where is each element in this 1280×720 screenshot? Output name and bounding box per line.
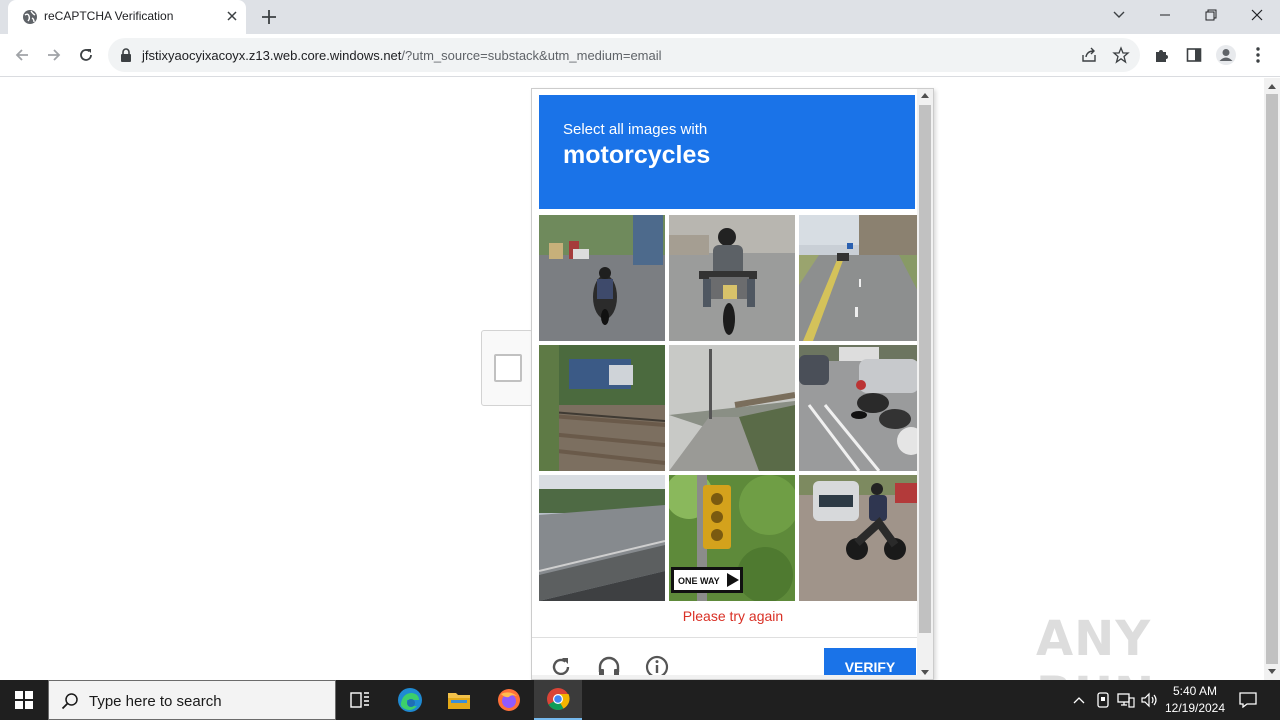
scrollbar-thumb[interactable] [919,105,931,633]
minimize-button[interactable] [1142,0,1188,30]
start-button[interactable] [0,680,48,720]
image-tile[interactable] [799,215,925,341]
menu-button[interactable] [1247,44,1269,66]
taskbar-edge[interactable] [386,680,434,720]
challenge-target: motorcycles [563,141,711,169]
chevron-down-icon [1113,11,1125,18]
avatar-icon [1216,45,1236,65]
taskbar-chrome[interactable] [534,680,582,720]
notifications-button[interactable] [1236,680,1260,720]
anyrun-watermark: ANY RUN [1036,611,1154,680]
scroll-down-icon[interactable] [921,670,929,675]
tray-volume[interactable] [1140,680,1160,720]
one-way-sign-text: ONE WAY [678,576,720,586]
arrow-right-icon [48,49,61,61]
side-panel-button[interactable] [1183,44,1205,66]
close-icon [1251,9,1263,21]
close-window-button[interactable] [1234,0,1280,30]
clock[interactable]: 5:40 AM 12/19/2024 [1160,683,1230,717]
page-content: Select all images with motorcycles ONE W… [0,78,1264,680]
profile-button[interactable] [1215,44,1237,66]
image-tile[interactable] [539,345,665,471]
recaptcha-anchor [481,330,533,406]
error-message: Please try again [682,608,784,624]
page-scrollbar[interactable] [1264,78,1280,680]
chevron-up-icon [1073,697,1085,704]
forward-button[interactable] [42,43,66,67]
recaptcha-checkbox[interactable] [494,354,522,382]
scrollbar-thumb[interactable] [1266,94,1278,664]
challenge-instruction: Select all images with [563,121,708,138]
network-icon [1117,693,1135,708]
edge-icon [398,688,422,712]
taskbar-firefox[interactable] [485,680,533,720]
task-view-button[interactable] [336,680,384,720]
image-tile[interactable] [799,475,925,601]
arrow-left-icon [15,49,28,61]
device-icon [1097,692,1109,708]
address-bar[interactable]: jfstixyaocyixacoyx.z13.web.core.windows.… [108,38,1140,72]
folder-icon [448,693,470,709]
windows-logo-icon [15,691,33,709]
image-tile[interactable] [669,345,795,471]
share-icon[interactable] [1080,46,1098,64]
url-host: jfstixyaocyixacoyx.z13.web.core.windows.… [142,48,402,63]
tab-title: reCAPTCHA Verification [44,9,174,23]
reload-button[interactable] [74,43,98,67]
image-tile[interactable] [539,215,665,341]
browser-toolbar: jfstixyaocyixacoyx.z13.web.core.windows.… [0,34,1280,77]
image-tile[interactable]: ONE WAY [669,475,795,601]
image-tile[interactable] [669,215,795,341]
tray-network[interactable] [1116,680,1136,720]
back-button[interactable] [10,43,34,67]
search-icon [61,693,78,710]
taskbar-file-explorer[interactable] [435,680,483,720]
recaptcha-challenge-frame: Select all images with motorcycles ONE W… [531,88,934,680]
challenge-scrollbar[interactable] [917,89,933,679]
extensions-button[interactable] [1151,44,1173,66]
scroll-up-icon[interactable] [1268,84,1276,89]
task-view-icon [350,692,369,708]
url-path: /?utm_source=substack&utm_medium=email [401,48,662,63]
challenge-header: Select all images with motorcycles [539,95,915,209]
search-placeholder: Type here to search [89,693,222,710]
restore-button[interactable] [1188,0,1234,30]
tab-strip: reCAPTCHA Verification [0,0,1280,34]
reload-icon [80,49,92,61]
lock-icon[interactable] [120,48,132,62]
new-tab-icon[interactable] [258,6,280,28]
chrome-icon [547,688,570,710]
show-hidden-icons[interactable] [1070,680,1088,720]
image-tile[interactable] [539,475,665,601]
globe-icon [23,10,37,24]
tab-search-button[interactable] [1096,0,1142,30]
puzzle-icon [1156,50,1168,62]
clock-date: 12/19/2024 [1164,701,1226,715]
firefox-icon [498,689,520,711]
kebab-menu-icon [1256,47,1260,63]
image-tile[interactable] [799,345,925,471]
taskbar: Type here to search 5:40 AM 12/19/2024 [0,680,1280,720]
url-text: jfstixyaocyixacoyx.z13.web.core.windows.… [142,48,662,63]
scroll-up-icon[interactable] [921,93,929,98]
bookmark-star-icon[interactable] [1112,46,1130,64]
tab-close-icon[interactable] [224,8,240,24]
tray-app[interactable] [1094,680,1112,720]
clock-time: 5:40 AM [1172,684,1218,698]
notification-icon [1239,692,1257,708]
scroll-down-icon[interactable] [1268,669,1276,674]
side-panel-icon [1186,48,1202,62]
restore-icon [1205,9,1217,21]
taskbar-search[interactable]: Type here to search [48,680,336,720]
image-grid: ONE WAY [539,215,925,603]
minimize-icon [1160,14,1170,16]
tab-recaptcha[interactable]: reCAPTCHA Verification [8,0,246,34]
speaker-icon [1141,692,1157,708]
challenge-footer: VERIFY [532,637,933,679]
